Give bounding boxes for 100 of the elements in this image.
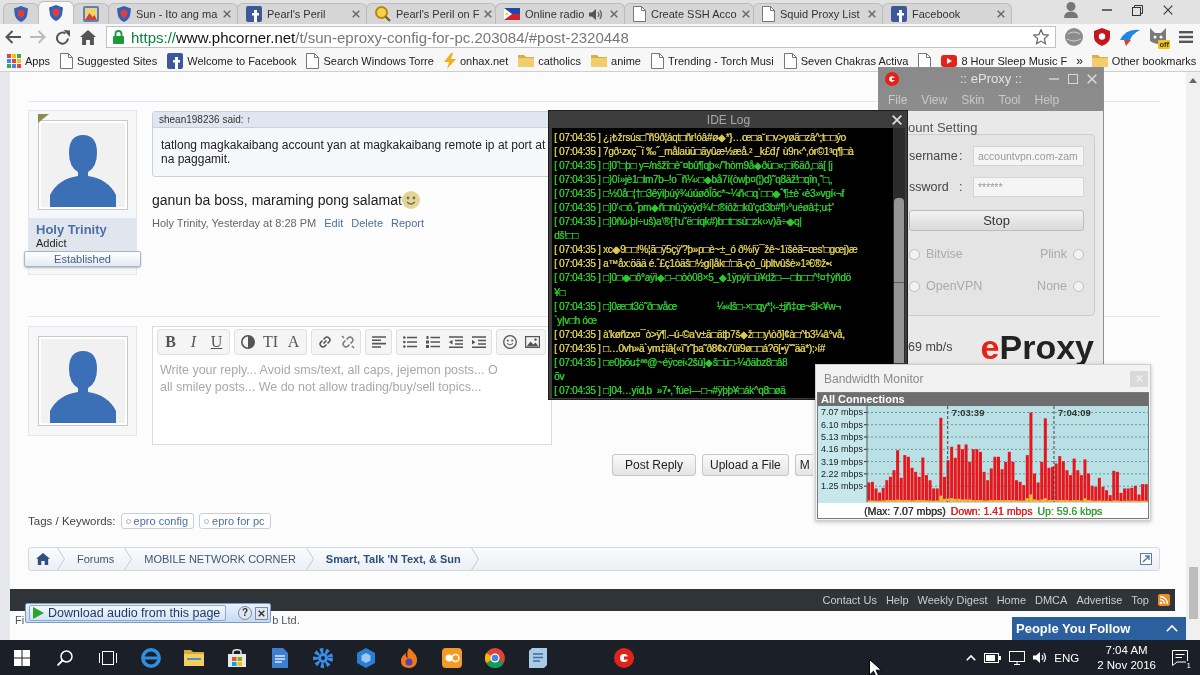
shield-icon[interactable] — [1094, 28, 1110, 46]
arrow-up-icon[interactable] — [1189, 78, 1197, 83]
start-icon[interactable] — [13, 649, 30, 666]
broken-link-icon[interactable] — [340, 335, 355, 349]
address-bar[interactable]: https://www.phcorner.net/t/sun-eproxy-config-for-pc.203084/#post-2320448 — [106, 26, 1056, 48]
bookmark-item[interactable]: Search Windows Torre — [301, 52, 439, 69]
user-icon[interactable] — [1064, 2, 1078, 18]
restore-icon[interactable] — [1132, 4, 1143, 16]
home-icon[interactable] — [79, 29, 96, 45]
flame-icon[interactable] — [399, 647, 418, 668]
close-icon[interactable] — [1163, 5, 1173, 15]
align-left-icon[interactable] — [371, 336, 386, 348]
close-icon[interactable] — [352, 10, 360, 18]
footer-link[interactable]: Advertise — [1076, 594, 1123, 606]
notepad-icon[interactable] — [528, 647, 547, 668]
reload-icon[interactable] — [55, 29, 70, 45]
message-icon[interactable] — [1172, 649, 1188, 666]
monitor-icon[interactable] — [1009, 650, 1026, 665]
indent-icon[interactable] — [471, 336, 486, 348]
bold-button[interactable]: B — [159, 333, 182, 351]
form-button[interactable]: M — [794, 454, 813, 476]
close-icon[interactable] — [484, 10, 493, 18]
tag-link[interactable]: epro for pc — [199, 513, 271, 529]
task-view-icon[interactable] — [98, 650, 117, 665]
bookmark-item[interactable]: Trending - Torch Musi — [646, 52, 779, 69]
bookmark-item[interactable]: Apps — [2, 53, 56, 68]
wing-icon[interactable] — [1120, 28, 1140, 46]
footer-link[interactable]: Contact Us — [822, 594, 877, 606]
browser-tab[interactable] — [3, 3, 39, 24]
reply-field[interactable]: Write your reply... Avoid sms/text, all caps, jejemon posts... O all smiley posts... We do not allow trading/buy/sell topics... — [157, 355, 551, 444]
bookmark-item[interactable]: Seven Chakras Activa — [778, 52, 914, 69]
jump-arrow-icon[interactable] — [1140, 553, 1152, 565]
logo-icon[interactable] — [613, 647, 634, 668]
close-icon[interactable] — [223, 10, 231, 18]
form-button[interactable]: Upload a File — [702, 454, 789, 476]
battery-icon[interactable] — [984, 652, 1002, 663]
smiley-icon[interactable] — [502, 335, 517, 349]
browser-tab[interactable]: Sun - Ito ang ma — [108, 3, 238, 24]
footer-link[interactable]: Help — [885, 594, 909, 606]
reply-editor[interactable]: B I U TI A Write your reply... Avoid sms/text, all caps, jejemon posts... O all smiley posts... We do not allow trading/buy/sell topics... — [152, 326, 552, 445]
close-button[interactable] — [255, 606, 268, 620]
link-icon[interactable] — [317, 335, 332, 349]
post-action-link[interactable]: Delete — [351, 217, 384, 229]
browser-tab[interactable] — [73, 3, 109, 24]
browser-tab[interactable]: Create SSH Acco — [624, 3, 754, 24]
scrollbar[interactable] — [893, 128, 905, 363]
more-bookmarks-button[interactable]: » — [1072, 53, 1087, 68]
footer-link[interactable]: Top — [1131, 594, 1149, 606]
post-action-link[interactable]: Report — [391, 217, 425, 229]
bookmark-item[interactable]: Welcome to Facebook — [162, 52, 302, 69]
home-icon[interactable] — [36, 553, 50, 565]
bullet-list-icon[interactable] — [402, 336, 417, 348]
star-icon[interactable] — [1033, 29, 1049, 45]
breadcrumb-link[interactable]: Smart, Talk 'N Text, & Sun — [313, 553, 471, 565]
back-arrow-icon[interactable] — [4, 30, 21, 44]
post-action-link[interactable]: Edit — [324, 217, 344, 229]
people-follow-bar[interactable]: People You Follow — [1012, 617, 1186, 640]
italic-button[interactable]: I — [182, 333, 205, 351]
bookmark-folder[interactable]: Other bookmarks — [1086, 54, 1200, 67]
browser-tab[interactable]: Squid Proxy List — [753, 3, 883, 24]
bag-icon[interactable] — [227, 648, 246, 667]
download-audio-button[interactable]: Download audio from this page — [29, 605, 227, 621]
breadcrumb-link[interactable]: MOBILE NETWORK CORNER — [132, 553, 306, 565]
contrast-icon[interactable] — [240, 335, 255, 349]
close-icon[interactable] — [610, 10, 618, 18]
footer-link[interactable]: Weekly Digest — [917, 594, 988, 606]
search-icon[interactable] — [56, 649, 73, 666]
breadcrumb-link[interactable]: Forums — [65, 553, 125, 565]
image-icon[interactable] — [525, 336, 540, 348]
document-icon[interactable] — [271, 647, 288, 668]
user-name[interactable]: Holy Trinity — [36, 222, 129, 237]
form-button[interactable]: Post Reply — [612, 454, 697, 476]
footer-link[interactable]: DMCA — [1035, 594, 1068, 606]
underline-button[interactable]: U — [205, 333, 228, 351]
help-button[interactable]: ? — [238, 606, 252, 620]
bookmark-item[interactable]: Suggested Sites — [55, 52, 163, 69]
chevron-up-icon[interactable] — [966, 654, 977, 661]
scroll-thumb[interactable] — [894, 198, 904, 363]
numbered-list-icon[interactable] — [425, 336, 440, 348]
browser-tab[interactable]: Online radio — [495, 3, 625, 24]
hexagon-icon[interactable] — [356, 647, 375, 668]
volume-icon[interactable] — [1033, 652, 1047, 663]
browser-tab[interactable] — [38, 1, 74, 24]
text-color-button[interactable]: A — [282, 333, 305, 351]
menu-icon[interactable] — [1179, 31, 1193, 43]
text-size-button[interactable]: TI — [259, 333, 282, 351]
folder-icon[interactable] — [183, 649, 204, 666]
bookmark-item[interactable]: anime — [586, 54, 646, 67]
clock[interactable]: 7:04 AM 2 Nov 2016 — [1097, 642, 1156, 673]
tile-icon[interactable] — [441, 647, 462, 668]
browser-tab[interactable]: Pearl's Peril on F — [366, 3, 496, 24]
language-indicator[interactable]: ENG — [1054, 651, 1080, 664]
close-icon[interactable] — [997, 10, 1005, 18]
stop-button[interactable]: Stop — [909, 210, 1084, 231]
bookmark-item[interactable]: catholics — [513, 54, 587, 67]
scroll-thumb[interactable] — [1188, 567, 1198, 619]
rss-icon[interactable] — [1158, 594, 1170, 606]
scrollbar[interactable] — [1186, 72, 1200, 640]
footer-link[interactable]: Home — [996, 594, 1026, 606]
outdent-icon[interactable] — [448, 336, 463, 348]
